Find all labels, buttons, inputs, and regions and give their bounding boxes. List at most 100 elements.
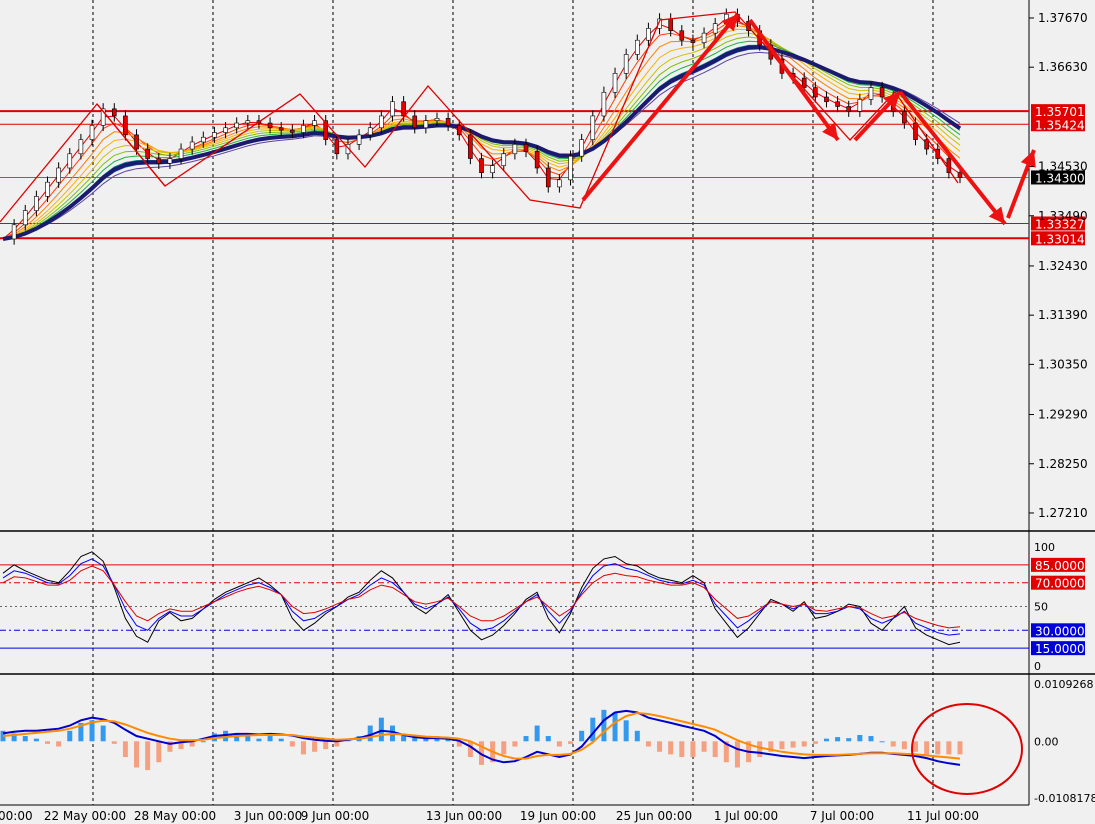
macd-histogram-bar [634,730,640,742]
macd-histogram-bar [623,720,629,742]
price-level-label: 1.35424 [1035,118,1085,132]
candle-body [512,144,518,155]
macd-histogram-bar [890,741,896,747]
candle-body [56,167,61,183]
macd-histogram-bar [134,741,140,768]
macd-histogram-bar [946,741,952,755]
time-tick-label: 19 Jun 00:00 [520,809,596,823]
oscillator-pane[interactable] [0,533,1028,673]
macd-histogram-bar [879,741,885,743]
candle-body [545,167,551,188]
oscillator-level-label: 30.0000 [1035,624,1085,638]
candle-body [501,153,507,166]
candle-body [479,158,484,174]
candle-body [601,91,607,117]
candle-body [401,101,406,117]
macd-histogram-bar [935,741,941,755]
candle-body [456,125,462,136]
price-tick-label: 1.34530 [1038,160,1088,174]
macd-histogram-bar [33,738,39,742]
candle-body [623,54,629,74]
time-tick-label: 28 May 00:00 [134,809,216,823]
macd-histogram-bar [712,741,718,758]
macd-tick-label: 0.0109268 [1034,678,1094,691]
candle-body [579,139,584,157]
macd-histogram-bar [690,741,696,758]
price-level-label: 1.33014 [1035,232,1085,246]
candle-body [234,122,239,129]
candle-body [646,28,651,41]
price-tick-label: 1.37670 [1038,11,1088,25]
candle-body [89,125,95,140]
price-pane[interactable] [0,0,1028,530]
macd-histogram-bar [523,736,529,742]
time-tick-label: 25 Jun 00:00 [616,809,692,823]
candle-body [34,196,39,211]
time-tick-label: 3 Jun 00:00 [234,809,303,823]
macd-histogram-bar [256,738,262,742]
macd-histogram-bar [278,738,284,742]
candle-body [267,122,273,129]
candle-body [45,181,50,197]
macd-histogram-bar [668,741,674,755]
macd-histogram-bar [657,741,663,752]
candle-body [913,122,918,140]
macd-histogram-bar [323,741,329,750]
macd-histogram-bar [912,741,918,752]
macd-histogram-bar [501,741,507,755]
candle-body [156,158,162,164]
oscillator-tick-label: 100 [1034,541,1055,554]
macd-histogram-bar [22,736,28,742]
candle-body [312,120,317,126]
macd-histogram-bar [378,717,384,742]
price-tick-label: 1.30350 [1038,357,1088,371]
macd-histogram-bar [56,741,62,747]
candle-body [523,144,529,152]
macd-histogram-bar [145,741,151,771]
candle-body [924,139,929,150]
candle-body [390,101,395,117]
candle-body [134,134,139,150]
price-tick-label: 1.28250 [1038,457,1088,471]
candle-body [868,87,874,100]
macd-histogram-bar [300,741,306,755]
candle-body [835,101,840,107]
macd-histogram-bar [601,709,607,742]
time-axis: 00:00 22 May 00:00 28 May 00:00 3 Jun 00:00… [0,809,979,823]
oscillator-level-label: 70.0000 [1035,577,1085,591]
trading-chart[interactable]: 1.357011.354241.343001.333271.33014 1.37… [0,0,1095,824]
macd-histogram-bar [857,734,863,742]
macd-histogram-bar [67,730,73,742]
candle-body [412,115,418,129]
candle-body [78,139,84,155]
candle-body [434,118,440,121]
oscillator-tick-label: 0 [1034,660,1041,673]
candle-body [189,141,195,150]
macd-histogram-bar [757,741,763,758]
candle-body [123,115,128,136]
macd-histogram-bar [801,741,807,747]
candle-body [356,134,362,145]
candle-body [11,224,17,240]
candle-body [490,165,495,174]
candle-body [690,39,696,43]
time-tick-label: 1 Jul 00:00 [714,809,778,823]
candle-body [712,23,718,34]
candle-body [957,172,963,178]
candle-body [245,120,251,124]
macd-histogram-bar [556,741,562,747]
candle-body [824,96,829,103]
candle-body [801,77,807,88]
price-tick-label: 1.32430 [1038,259,1088,273]
macd-histogram-bar [579,730,585,742]
candle-body [22,210,28,226]
macd-histogram-bar [512,741,518,747]
price-tick-label: 1.27210 [1038,506,1088,520]
macd-histogram-bar [534,725,540,742]
macd-tick-label: -0.0108178 [1034,792,1095,805]
candle-body [679,30,685,41]
macd-histogram-bar [924,741,930,755]
time-tick-label: 13 Jun 00:00 [426,809,502,823]
macd-histogram-bar [679,741,685,758]
candle-body [612,73,618,93]
